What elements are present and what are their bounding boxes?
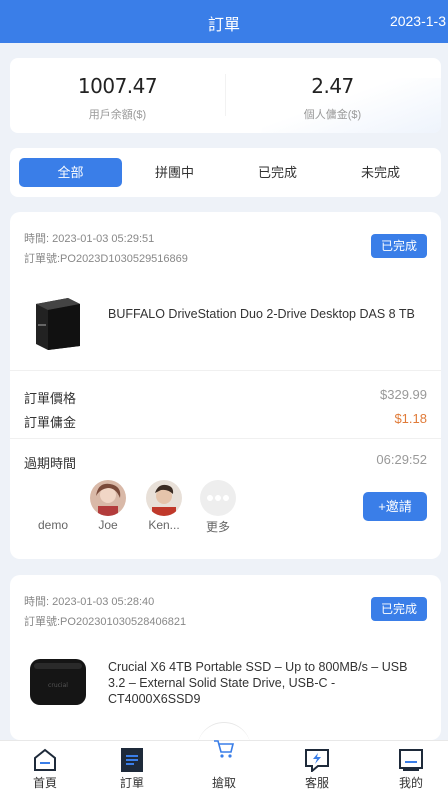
order-price-value: $329.99 xyxy=(380,387,427,402)
bottom-navigation: 首頁 訂單 搶取 客服 我的 xyxy=(0,740,448,795)
orders-icon xyxy=(119,748,145,772)
product-image xyxy=(24,284,92,356)
order-commission-value: $1.18 xyxy=(394,411,427,426)
tab-completed[interactable]: 已完成 xyxy=(226,158,329,187)
nav-label: 我的 xyxy=(398,776,423,790)
support-icon xyxy=(304,748,330,774)
order-number: 訂單號:PO2023D1030529516869 xyxy=(24,253,188,265)
order-time: 時間: 2023-01-03 05:29:51 xyxy=(24,233,155,245)
avatar xyxy=(146,480,182,516)
order-card[interactable]: 時間: 2023-01-03 05:28:40 訂單號:PO2023010305… xyxy=(10,575,441,740)
avatar xyxy=(90,480,126,516)
product-image: crucial xyxy=(24,647,92,719)
order-filter-tabs: 全部 拼團中 已完成 未完成 xyxy=(10,148,441,197)
svg-text:crucial: crucial xyxy=(48,682,68,689)
more-icon[interactable] xyxy=(200,480,236,516)
product-name: BUFFALO DriveStation Duo 2-Drive Desktop… xyxy=(108,307,415,321)
order-time: 時間: 2023-01-03 05:28:40 xyxy=(24,596,155,608)
nav-orders[interactable]: 訂單 xyxy=(87,741,177,795)
order-card[interactable]: 時間: 2023-01-03 05:29:51 訂單號:PO2023D10305… xyxy=(10,212,441,559)
invite-button[interactable]: +邀請 xyxy=(363,492,427,521)
order-commission-label: 訂單傭金 xyxy=(24,415,77,430)
expiry-value: 06:29:52 xyxy=(376,452,427,467)
member-name: Ken... xyxy=(148,518,180,532)
user-balance: 1007.47 用戶余額($) xyxy=(10,74,225,122)
member-name: Joe xyxy=(98,518,118,532)
avatar-default xyxy=(35,480,71,516)
user-balance-label: 用戶余額($) xyxy=(88,109,147,121)
profile-icon xyxy=(398,748,424,772)
nav-grab[interactable]: 搶取 xyxy=(179,740,269,795)
balance-card: 1007.47 用戶余額($) 2.47 個人傭金($) xyxy=(10,58,441,133)
nav-support[interactable]: 客服 xyxy=(272,741,362,795)
member-name: demo xyxy=(37,518,69,532)
tab-in-group[interactable]: 拼團中 xyxy=(123,158,226,187)
order-number: 訂單號:PO202301030528406821 xyxy=(24,616,187,628)
nav-label: 首頁 xyxy=(32,776,57,790)
commission-balance: 2.47 個人傭金($) xyxy=(225,74,440,122)
tab-all[interactable]: 全部 xyxy=(19,158,122,187)
nav-home[interactable]: 首頁 xyxy=(0,741,90,795)
nav-label: 客服 xyxy=(304,776,329,790)
commission-value: 2.47 xyxy=(311,74,354,98)
order-price-label: 訂單價格 xyxy=(24,391,77,406)
app-header: 訂單 2023-1-3 xyxy=(0,0,448,43)
nav-profile[interactable]: 我的 xyxy=(366,741,448,795)
home-icon xyxy=(32,748,58,772)
divider xyxy=(10,370,441,371)
nav-label: 搶取 xyxy=(211,776,236,790)
header-date: 2023-1-3 xyxy=(389,13,446,29)
cart-icon xyxy=(211,737,237,761)
status-badge: 已完成 xyxy=(371,597,427,621)
product-name: Crucial X6 4TB Portable SSD – Up to 800M… xyxy=(108,660,408,706)
tab-incomplete[interactable]: 未完成 xyxy=(329,158,432,187)
expiry-label: 過期時間 xyxy=(24,456,77,471)
divider xyxy=(10,438,441,439)
commission-label: 個人傭金($) xyxy=(303,109,362,121)
status-badge: 已完成 xyxy=(371,234,427,258)
more-label: 更多 xyxy=(205,520,230,534)
user-balance-value: 1007.47 xyxy=(77,74,158,98)
page-title: 訂單 xyxy=(207,17,240,34)
nav-label: 訂單 xyxy=(119,776,144,790)
